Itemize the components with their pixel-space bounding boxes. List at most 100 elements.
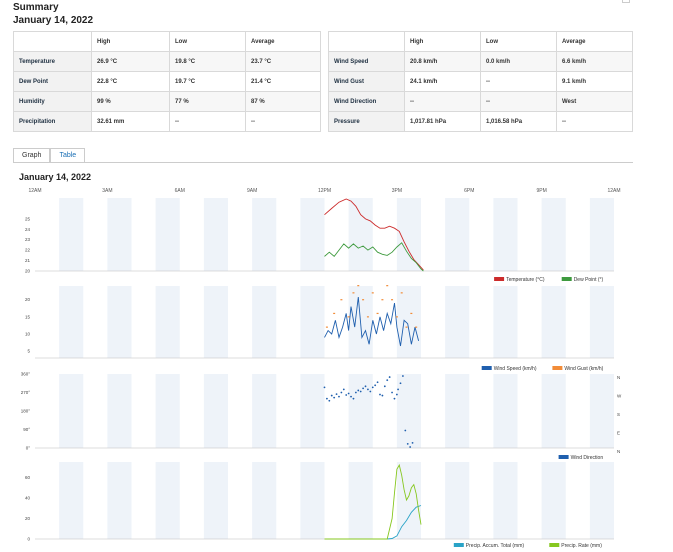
legend-label: Dew Point (°)	[574, 277, 604, 283]
x-tick-label: 9AM	[247, 188, 257, 194]
legend-swatch	[549, 543, 560, 547]
data-point	[406, 442, 409, 445]
legend-swatch	[481, 366, 492, 370]
data-point	[347, 392, 350, 395]
cell: --	[404, 91, 481, 112]
y-tick-label: 5	[27, 349, 30, 354]
cell: 9.1 km/h	[556, 71, 633, 92]
y-tick-label: 20	[25, 269, 31, 274]
time-band	[252, 286, 277, 358]
right-tick-label: N	[617, 449, 620, 454]
right-tick-label: N	[617, 375, 620, 380]
time-band	[541, 198, 566, 271]
time-band	[493, 198, 518, 271]
time-band	[107, 198, 132, 271]
row-label: Wind Speed	[328, 51, 405, 72]
legend-label: Temperature (°C)	[506, 277, 545, 283]
time-band	[203, 462, 228, 539]
table-header: Low	[480, 31, 557, 52]
data-point	[367, 388, 369, 391]
cell: 0.0 km/h	[480, 51, 557, 72]
tab-graph[interactable]: Graph	[13, 148, 51, 162]
x-tick-label: 9PM	[536, 188, 546, 194]
data-point	[362, 387, 364, 390]
data-point	[345, 394, 348, 396]
y-tick-label: 0°	[26, 446, 31, 451]
table-row: Temperature 26.9 °C 19.8 °C 23.7 °C	[13, 51, 321, 72]
row-label: Dew Point	[13, 71, 92, 92]
y-tick-label: 25	[25, 216, 31, 221]
cell: 6.6 km/h	[556, 51, 633, 72]
gust-marker	[391, 299, 394, 301]
legend-swatch	[552, 366, 563, 370]
table-row: Pressure 1,017.81 hPa 1,016.58 hPa --	[328, 111, 633, 132]
time-band	[59, 462, 84, 539]
data-point	[371, 386, 374, 389]
cell: 23.7 °C	[245, 51, 321, 72]
data-point	[354, 391, 357, 394]
cell: 19.8 °C	[169, 51, 246, 72]
right-tick-label: E	[617, 431, 620, 436]
table-row: Wind Direction -- -- West	[328, 91, 633, 112]
cell: West	[556, 91, 633, 112]
time-band	[541, 462, 566, 539]
time-band	[59, 198, 84, 271]
gust-marker	[366, 316, 369, 318]
cell: --	[480, 91, 557, 112]
weather-charts: 12AM 3AM 6AM 9AM 12PM 3PM 6PM 9PM 12AM 20 21 22 23 24…	[21, 188, 622, 549]
time-band	[300, 286, 325, 358]
data-point	[369, 390, 372, 393]
time-band	[445, 198, 470, 271]
data-point	[323, 386, 326, 389]
tab-divider	[13, 162, 633, 163]
data-point	[404, 429, 407, 432]
time-band	[59, 286, 84, 358]
cell: 22.8 °C	[91, 71, 170, 92]
chart-panel-3: 0 20 40 60 Precip. Rate (mm) Precip. Accum. T…	[25, 462, 614, 549]
data-point	[386, 379, 389, 382]
chart-title: January 14, 2022	[19, 172, 92, 182]
time-band	[541, 374, 566, 448]
data-point	[376, 381, 379, 384]
cell: 19.7 °C	[169, 71, 246, 92]
y-tick-label: 15	[25, 314, 31, 319]
table-header: Average	[245, 31, 321, 52]
table-header: High	[91, 31, 170, 52]
row-label: Wind Gust	[328, 71, 405, 92]
time-band	[300, 462, 325, 539]
y-tick-label: 90°	[23, 427, 30, 432]
y-tick-label: 10	[25, 332, 31, 337]
cell: 26.9 °C	[91, 51, 170, 72]
summary-title: Summary	[13, 2, 59, 13]
time-band	[155, 286, 180, 358]
time-band	[107, 286, 132, 358]
data-point	[340, 391, 343, 394]
x-tick-label: 6AM	[175, 188, 185, 194]
gust-marker	[381, 299, 384, 301]
legend-label: Wind Direction	[571, 455, 604, 461]
tab-table[interactable]: Table	[50, 148, 86, 162]
time-band	[445, 286, 470, 358]
summary-date: January 14, 2022	[13, 15, 94, 26]
cell: 21.4 °C	[245, 71, 321, 92]
time-band	[252, 374, 277, 448]
legend-label: Precip. Accum. Total (mm)	[466, 543, 525, 549]
data-point	[335, 393, 338, 396]
time-band	[348, 462, 373, 539]
x-tick-label: 3AM	[102, 188, 112, 194]
summary-table-right: High Low Average Wind Speed 20.8 km/h 0.…	[328, 31, 633, 132]
table-row: Precipitation 32.61 mm -- --	[13, 111, 321, 132]
legend-swatch	[558, 455, 569, 459]
data-point	[364, 385, 367, 388]
y-tick-label: 40	[25, 495, 31, 500]
table-header: Low	[169, 31, 246, 52]
scroll-handle[interactable]	[622, 0, 630, 3]
gust-marker	[400, 292, 403, 294]
time-band	[252, 462, 277, 539]
gust-marker	[386, 285, 389, 287]
data-point	[357, 389, 360, 392]
cell: 99 %	[91, 91, 170, 112]
data-point	[330, 394, 333, 397]
data-point	[391, 391, 393, 394]
cell: --	[169, 111, 246, 132]
